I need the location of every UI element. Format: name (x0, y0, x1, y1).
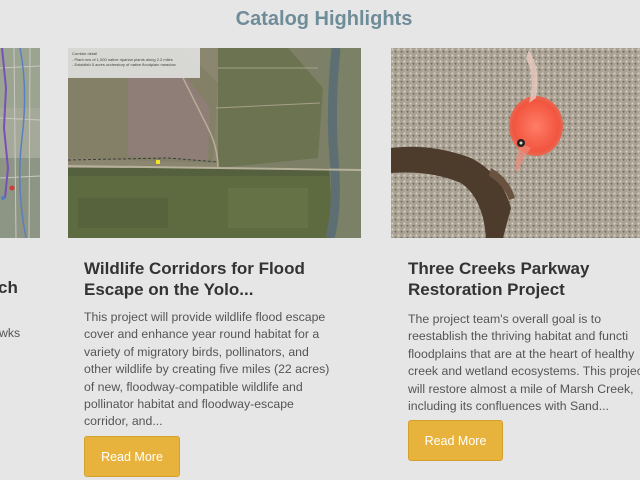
card-image-aerial-map[interactable] (0, 48, 40, 238)
card-description-fragment: wks (0, 326, 21, 340)
fish-photo-image (391, 48, 640, 238)
card-image-aerial-map[interactable]: Corridor detail - Plant row of 1,000 nat… (68, 48, 361, 238)
catalog-card-3[interactable]: Three Creeks Parkway Restoration Project… (391, 0, 640, 480)
read-more-button[interactable]: Read More (84, 436, 180, 477)
card-title-fragment: ch (0, 278, 18, 297)
card-title[interactable]: Three Creeks Parkway Restoration Project (408, 258, 640, 300)
catalog-highlights-section: Catalog Highlights ch wks Corridor detai… (0, 0, 640, 480)
card-description: The project team's overall goal is to re… (408, 312, 640, 414)
catalog-card-2[interactable]: Corridor detail - Plant row of 1,000 nat… (68, 0, 368, 480)
read-more-button[interactable]: Read More (408, 420, 503, 461)
aerial-map-image (0, 48, 40, 238)
map-legend-overlay: Corridor detail - Plant row of 1,000 nat… (68, 48, 200, 78)
card-image-fish-photo[interactable] (391, 48, 640, 238)
catalog-card-1[interactable]: ch wks (0, 0, 40, 480)
card-description: This project will provide wildlife flood… (84, 310, 330, 429)
card-title[interactable]: Wildlife Corridors for Flood Escape on t… (84, 258, 364, 300)
